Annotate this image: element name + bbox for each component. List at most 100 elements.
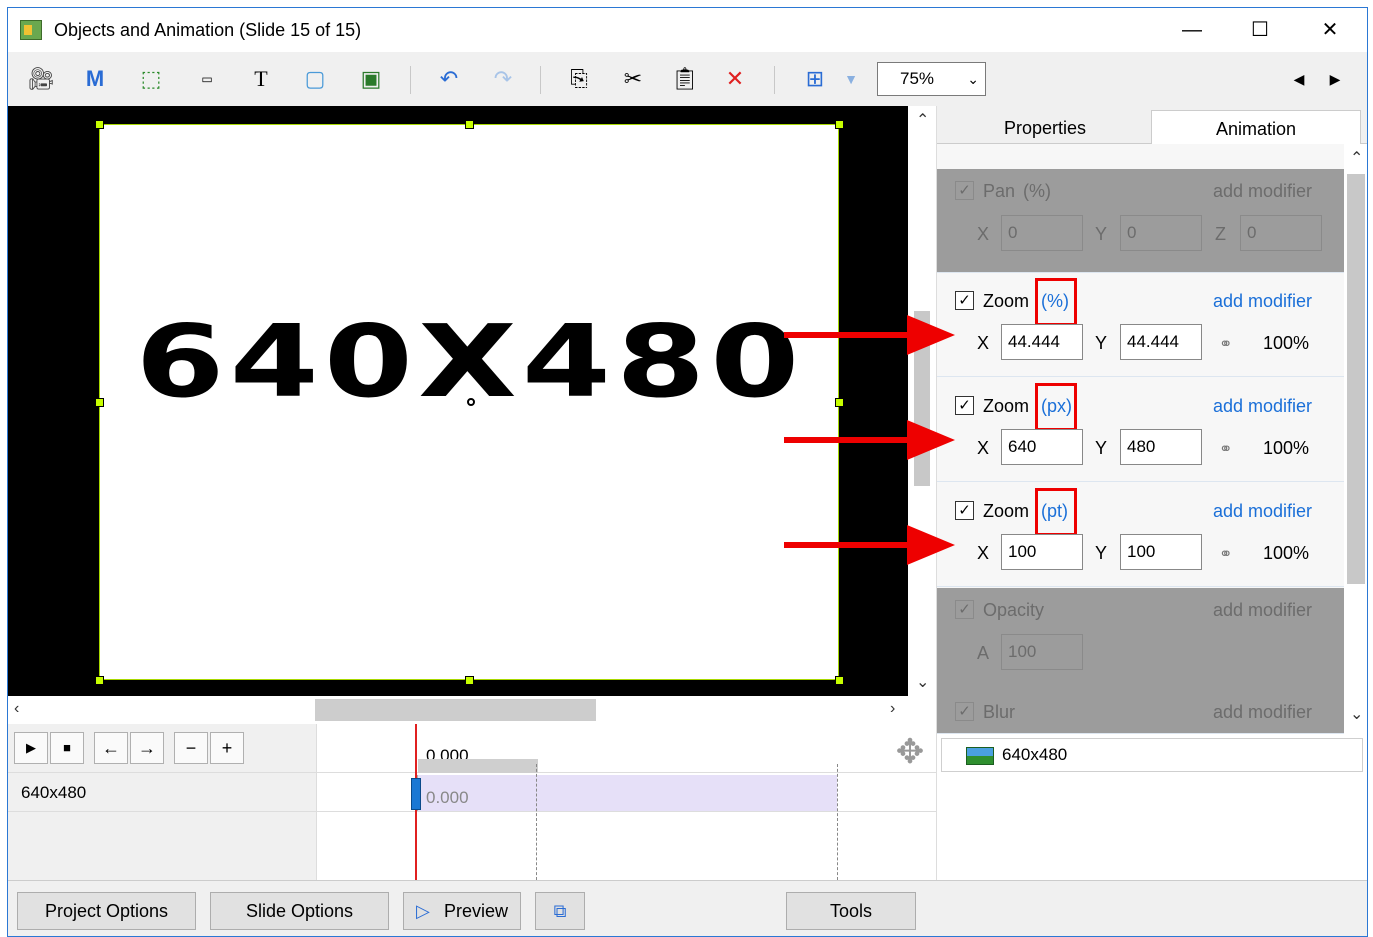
frame-icon[interactable]: ⬚ <box>134 64 168 94</box>
scroll-down-icon[interactable]: ⌄ <box>1350 704 1363 724</box>
zoom-checkbox[interactable]: ✓ <box>955 501 974 520</box>
zoom-checkbox[interactable]: ✓ <box>955 291 974 310</box>
zoom-out-icon[interactable]: − <box>174 732 208 764</box>
add-modifier-link[interactable]: add modifier <box>1213 501 1312 522</box>
timeline-row[interactable]: 640x480 <box>8 759 936 812</box>
grid-icon[interactable]: ⊞ <box>798 64 832 94</box>
tabs: Properties Animation <box>937 106 1367 146</box>
project-options-button[interactable]: Project Options <box>17 892 196 930</box>
keyframe[interactable] <box>411 778 421 810</box>
zoom-select[interactable]: 75% ⌄ <box>877 62 986 96</box>
arrow-left-icon[interactable]: ← <box>94 732 128 764</box>
close-button[interactable]: ✕ <box>1296 8 1364 52</box>
tools-button[interactable]: Tools <box>786 892 916 930</box>
slide-canvas[interactable]: 640X480 <box>8 106 908 696</box>
timeline-marker <box>536 764 537 880</box>
text-icon[interactable]: T <box>244 64 278 94</box>
paste-icon[interactable]: 📋︎ <box>668 64 702 94</box>
slide-options-button[interactable]: Slide Options <box>210 892 389 930</box>
image-icon <box>966 747 994 765</box>
mask-icon[interactable]: M <box>78 64 112 94</box>
pan-x-field[interactable]: 0 <box>1001 215 1083 251</box>
field-label: Z <box>1215 224 1226 244</box>
image-icon[interactable]: ▣ <box>354 64 388 94</box>
prev-icon[interactable]: ◀ <box>1282 64 1316 94</box>
center-point[interactable] <box>467 398 475 406</box>
pan-checkbox[interactable]: ✓ <box>955 181 974 200</box>
rectangle-icon[interactable]: ▢ <box>298 64 332 94</box>
animation-list: ✓ Pan (%) add modifier X 0 Y 0 Z 0 ✓ Zoo… <box>937 144 1367 734</box>
zoom-x-field[interactable]: 44.444 <box>1001 324 1083 360</box>
arrow-right-icon[interactable]: → <box>130 732 164 764</box>
cut-icon[interactable]: ✂ <box>616 64 650 94</box>
resize-handle[interactable] <box>835 120 844 129</box>
stop-icon[interactable]: ■ <box>50 732 84 764</box>
zoom-in-icon[interactable]: + <box>210 732 244 764</box>
link-icon[interactable]: ⚭ <box>1219 544 1232 564</box>
resize-handle[interactable] <box>465 676 474 685</box>
zoom-y-field[interactable]: 480 <box>1120 429 1202 465</box>
grid-dropdown-icon[interactable]: ▼ <box>834 64 868 94</box>
preview-button[interactable]: ▷ Preview <box>403 892 521 930</box>
toolbar: 🎥︎ M ⬚ ▭ T ▢ ▣ ↶ ↷ ⎘ ✂ 📋︎ ✕ ⊞ ▼ 75% ⌄ ◀ ▶ <box>8 52 1367 106</box>
tab-animation[interactable]: Animation <box>1151 110 1361 146</box>
resize-handle[interactable] <box>465 120 474 129</box>
timeline-bar[interactable] <box>417 759 837 811</box>
section-name: Pan <box>983 181 1016 201</box>
zoom-pt-section: ✓ Zoom (pt) add modifier X 100 Y 100 ⚭ 1… <box>937 483 1344 587</box>
button-icon[interactable]: ▭ <box>190 64 224 94</box>
scroll-up-icon[interactable]: ⌃ <box>1350 148 1363 168</box>
link-icon[interactable]: ⚭ <box>1219 334 1232 354</box>
delete-icon[interactable]: ✕ <box>718 64 752 94</box>
timeline[interactable]: ▶ ■ ← → − + 0.000 640x480 0.000 ✥ <box>8 724 936 880</box>
minimize-button[interactable]: — <box>1158 8 1226 52</box>
pan-z-field[interactable]: 0 <box>1240 215 1322 251</box>
ratio-value: 100% <box>1263 333 1310 353</box>
add-modifier-link[interactable]: add modifier <box>1213 291 1312 312</box>
resize-handle[interactable] <box>95 120 104 129</box>
scroll-left-icon[interactable]: ‹ <box>14 700 19 718</box>
tab-properties[interactable]: Properties <box>939 110 1151 146</box>
next-icon[interactable]: ▶ <box>1318 64 1352 94</box>
zoom-checkbox[interactable]: ✓ <box>955 396 974 415</box>
resize-handle[interactable] <box>95 676 104 685</box>
scrollbar-thumb[interactable] <box>1347 174 1365 584</box>
link-icon[interactable]: ⚭ <box>1219 439 1232 459</box>
scroll-down-icon[interactable]: ⌄ <box>916 672 929 692</box>
field-label: X <box>977 224 990 244</box>
zoom-x-field[interactable]: 100 <box>1001 534 1083 570</box>
undo-icon[interactable]: ↶ <box>432 64 466 94</box>
copy-icon[interactable]: ⎘ <box>562 64 596 94</box>
slideshow-icon[interactable]: ⧉ <box>535 892 585 930</box>
resize-handle[interactable] <box>835 676 844 685</box>
move-icon[interactable]: ✥ <box>888 730 932 774</box>
add-modifier-link[interactable]: add modifier <box>1213 396 1312 417</box>
zoom-y-field[interactable]: 44.444 <box>1120 324 1202 360</box>
field-label: X <box>977 543 990 563</box>
maximize-button[interactable]: ☐ <box>1226 8 1294 52</box>
unit-label[interactable]: (%) <box>1023 181 1051 202</box>
scroll-up-icon[interactable]: ⌃ <box>916 110 929 130</box>
canvas-horizontal-scrollbar[interactable]: ‹ › <box>8 696 936 724</box>
add-modifier-link[interactable]: add modifier <box>1213 181 1312 202</box>
canvas-vertical-scrollbar[interactable]: ⌃ ⌄ <box>908 106 936 696</box>
redo-icon[interactable]: ↷ <box>486 64 520 94</box>
main-window: Objects and Animation (Slide 15 of 15) —… <box>7 7 1368 937</box>
pan-section: ✓ Pan (%) add modifier X 0 Y 0 Z 0 <box>937 169 1344 273</box>
pan-y-field[interactable]: 0 <box>1120 215 1202 251</box>
scrollbar-thumb[interactable] <box>315 699 596 721</box>
camera-icon[interactable]: 🎥︎ <box>24 64 58 94</box>
animation-scrollbar[interactable]: ⌃ ⌄ <box>1344 144 1367 734</box>
add-modifier-link[interactable]: add modifier <box>1213 600 1312 621</box>
opacity-checkbox[interactable]: ✓ <box>955 600 974 619</box>
blur-checkbox[interactable]: ✓ <box>955 702 974 721</box>
zoom-y-field[interactable]: 100 <box>1120 534 1202 570</box>
list-item[interactable]: 640x480 <box>941 738 1363 772</box>
zoom-x-field[interactable]: 640 <box>1001 429 1083 465</box>
scroll-right-icon[interactable]: › <box>890 700 895 718</box>
add-modifier-link[interactable]: add modifier <box>1213 702 1312 723</box>
object-label: 640x480 <box>1002 745 1068 764</box>
play-icon[interactable]: ▶ <box>14 732 48 764</box>
opacity-a-field[interactable]: 100 <box>1001 634 1083 670</box>
slide-object[interactable]: 640X480 <box>95 120 844 685</box>
